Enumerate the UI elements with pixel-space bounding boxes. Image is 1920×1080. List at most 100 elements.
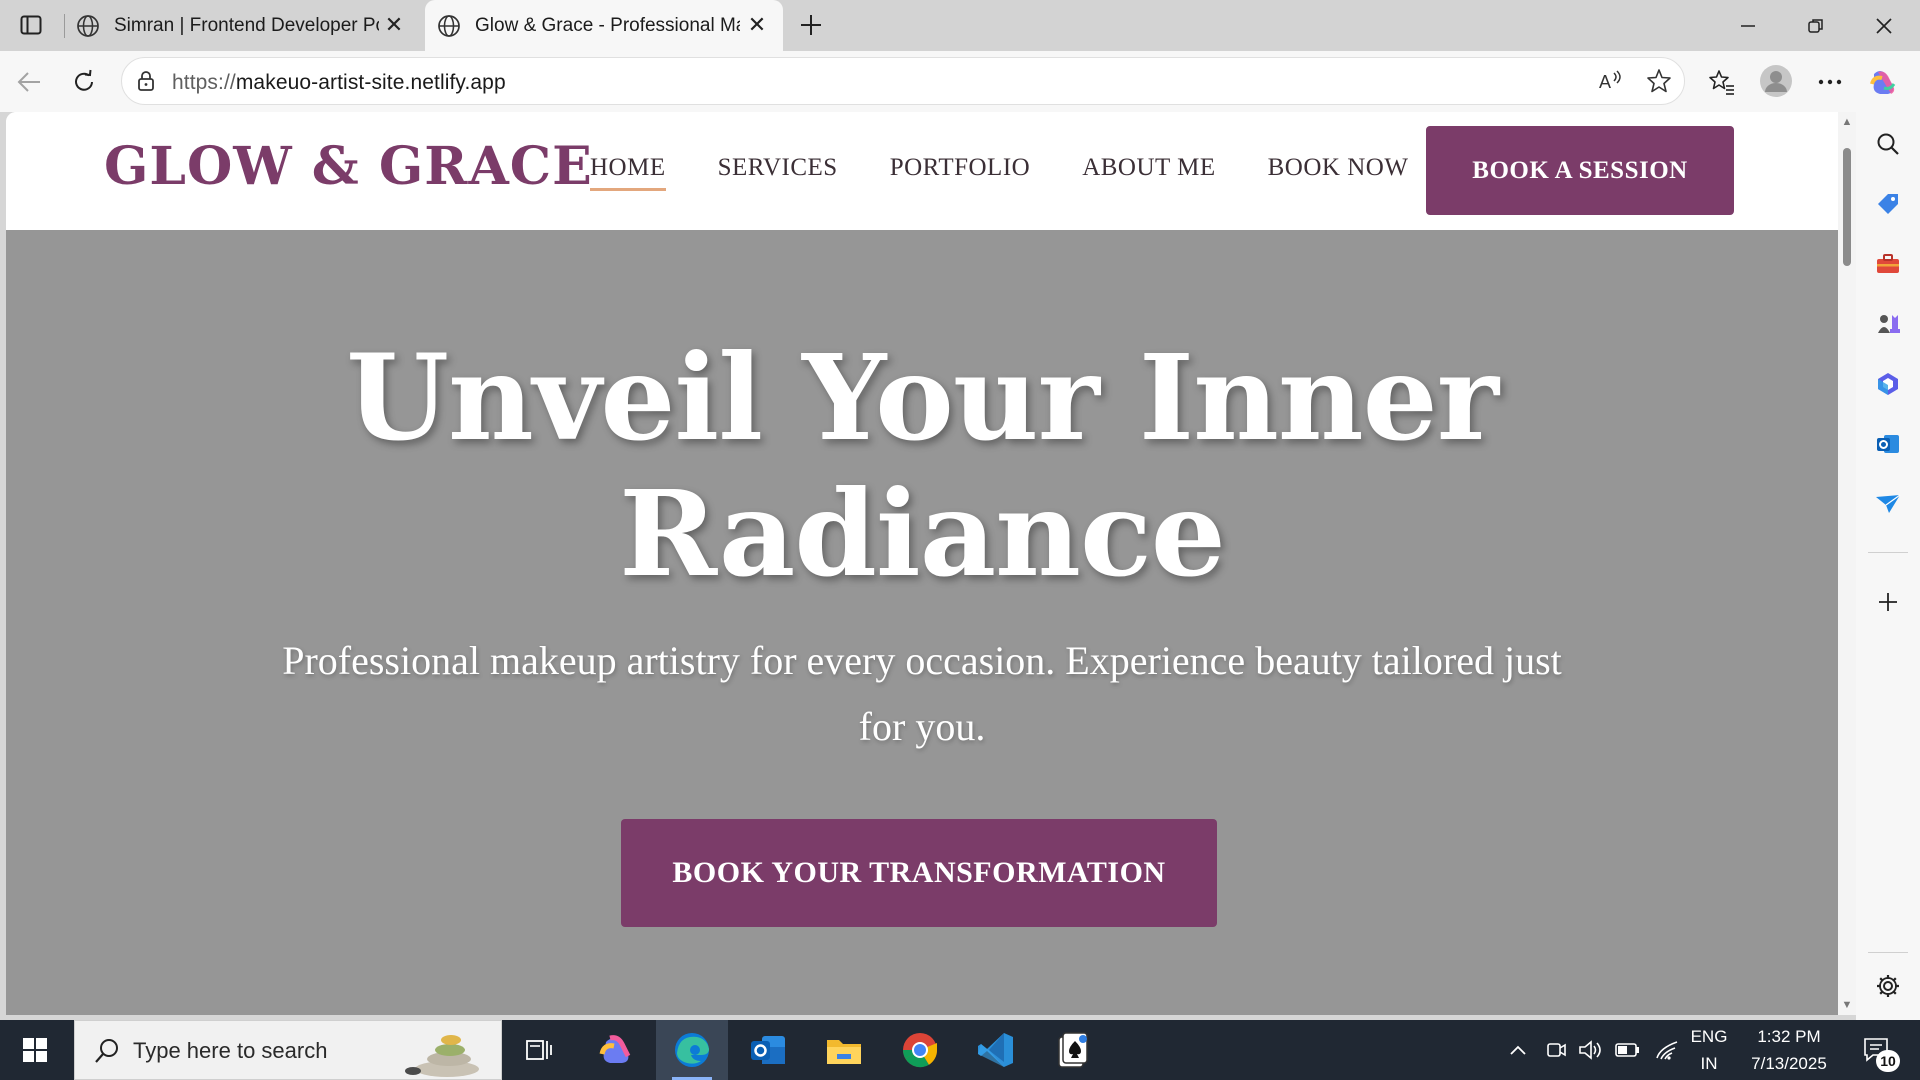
nav-portfolio[interactable]: PORTFOLIO [890,154,1031,182]
site-logo[interactable]: GLOW & GRACE [104,136,593,197]
sidebar-tools-button[interactable] [1870,246,1906,282]
more-options-button[interactable] [1813,65,1847,99]
input-language-button[interactable]: ENG IN [1686,1020,1732,1080]
tab-title: Simran | Frontend Developer Portfolio [114,14,379,36]
sidebar-divider [1868,952,1908,953]
url-text: https://makeuo-artist-site.netlify.app [172,71,506,95]
lock-icon [138,71,154,91]
taskbar-vscode[interactable] [960,1020,1032,1080]
sidebar-outlook-button[interactable] [1870,426,1906,462]
taskbar-edge[interactable] [656,1020,728,1080]
hero-title-line2: Radiance [619,464,1226,603]
taskbar-outlook[interactable] [732,1020,804,1080]
sidebar-divider [1868,552,1908,553]
svg-text:A: A [1599,72,1611,92]
language-code: ENG [1690,1027,1728,1046]
taskbar-solitaire[interactable] [1036,1020,1108,1080]
chess-pieces-icon [1878,315,1900,333]
clock: 1:32 PM 7/13/2025 [1751,1023,1827,1077]
volume-button[interactable] [1576,1020,1604,1080]
nav-about-me[interactable]: ABOUT ME [1082,154,1215,182]
site-header: GLOW & GRACE HOME SERVICES PORTFOLIO ABO… [6,112,1838,230]
tab-portfolio[interactable]: Simran | Frontend Developer Portfolio ✕ [64,0,420,51]
refresh-button[interactable] [67,65,101,99]
speaker-icon [1579,1040,1601,1060]
folder-icon [827,1040,861,1064]
sidebar-m365-button[interactable] [1870,366,1906,402]
windows-logo-icon [23,1038,47,1062]
favorite-star-icon[interactable] [1646,68,1672,94]
profile-button[interactable] [1758,63,1794,99]
scroll-up-arrow-icon[interactable]: ▲ [1841,116,1853,128]
refresh-icon [75,69,93,91]
tab-glow-grace[interactable]: Glow & Grace - Professional Makeup Artis… [425,0,783,51]
notifications-button[interactable]: 10 [1852,1020,1902,1080]
close-tab-icon[interactable]: ✕ [382,12,406,37]
hero-subtitle: Professional makeup artistry for every o… [282,638,1562,749]
camera-icon [1547,1043,1566,1057]
start-button[interactable] [14,1034,56,1066]
nav-services[interactable]: SERVICES [718,154,838,182]
favorites-icon [1709,70,1734,95]
task-view-button[interactable] [504,1020,576,1080]
hero-title-line1: Unveil Your Inner [346,328,1499,467]
meet-now-button[interactable] [1542,1020,1570,1080]
tab-bar: Simran | Frontend Developer Portfolio ✕ … [0,0,1920,51]
battery-icon [1615,1043,1639,1057]
windows-taskbar: Type here to search ENG IN 1:32 PM 7/13/… [0,1020,1920,1080]
scroll-down-arrow-icon[interactable]: ▼ [1841,999,1853,1011]
close-tab-icon[interactable]: ✕ [745,12,769,37]
back-button[interactable] [12,65,46,99]
outlook-icon [1877,435,1899,453]
clock-date: 7/13/2025 [1751,1054,1827,1073]
read-aloud-icon[interactable]: A [1598,69,1624,93]
sidebar-send-button[interactable] [1870,486,1906,522]
taskbar-chrome[interactable] [884,1020,956,1080]
search-icon [95,1039,118,1063]
stacked-stones-icon [405,1035,479,1077]
vscode-icon [978,1033,1013,1067]
clock-button[interactable]: 1:32 PM 7/13/2025 [1738,1020,1840,1080]
minimize-button[interactable] [1716,0,1780,51]
back-arrow-icon [17,72,40,92]
sidebar-search-button[interactable] [1870,126,1906,162]
notification-count-badge: 10 [1876,1050,1900,1072]
new-tab-button[interactable] [795,10,827,40]
show-hidden-icons-button[interactable] [1506,1020,1530,1080]
sidebar-add-button[interactable] [1870,584,1906,620]
hero-section: Unveil Your Inner Radiance Professional … [6,230,1838,1015]
edge-browser-icon [675,1033,709,1067]
taskbar-file-explorer[interactable] [808,1020,880,1080]
nav-book-now[interactable]: BOOK NOW [1268,154,1409,182]
globe-icon [77,14,99,37]
tab-actions-icon [20,15,42,35]
page-scrollbar[interactable]: ▲ ▼ [1838,112,1856,1015]
battery-button[interactable] [1612,1020,1642,1080]
copilot-icon [599,1035,631,1063]
tab-actions-button[interactable] [14,10,48,40]
address-bar[interactable]: https://makeuo-artist-site.netlify.app A [121,57,1685,105]
scroll-thumb[interactable] [1843,148,1851,266]
sidebar-settings-button[interactable] [1870,968,1906,1004]
taskbar-copilot[interactable] [580,1020,652,1080]
sidebar-games-button[interactable] [1870,306,1906,342]
page-viewport: GLOW & GRACE HOME SERVICES PORTFOLIO ABO… [6,112,1856,1015]
book-session-button[interactable]: BOOK A SESSION [1426,126,1734,215]
nav-home[interactable]: HOME [590,154,666,191]
close-window-button[interactable] [1852,0,1916,51]
book-transformation-button[interactable]: BOOK YOUR TRANSFORMATION [621,819,1217,927]
clock-time: 1:32 PM [1757,1027,1821,1046]
network-button[interactable] [1652,1020,1682,1080]
restore-icon [1808,18,1823,33]
task-view-icon [526,1040,552,1060]
shopping-tag-icon [1878,194,1898,214]
globe-icon [438,14,460,37]
gear-icon [1877,975,1899,997]
favorites-button[interactable] [1705,65,1739,99]
restore-button[interactable] [1784,0,1848,51]
outlook-icon [751,1036,785,1064]
tab-title: Glow & Grace - Professional Makeup Artis… [475,14,740,36]
copilot-button[interactable] [1867,65,1901,99]
taskbar-search-box[interactable]: Type here to search [74,1020,502,1080]
sidebar-shopping-button[interactable] [1870,186,1906,222]
